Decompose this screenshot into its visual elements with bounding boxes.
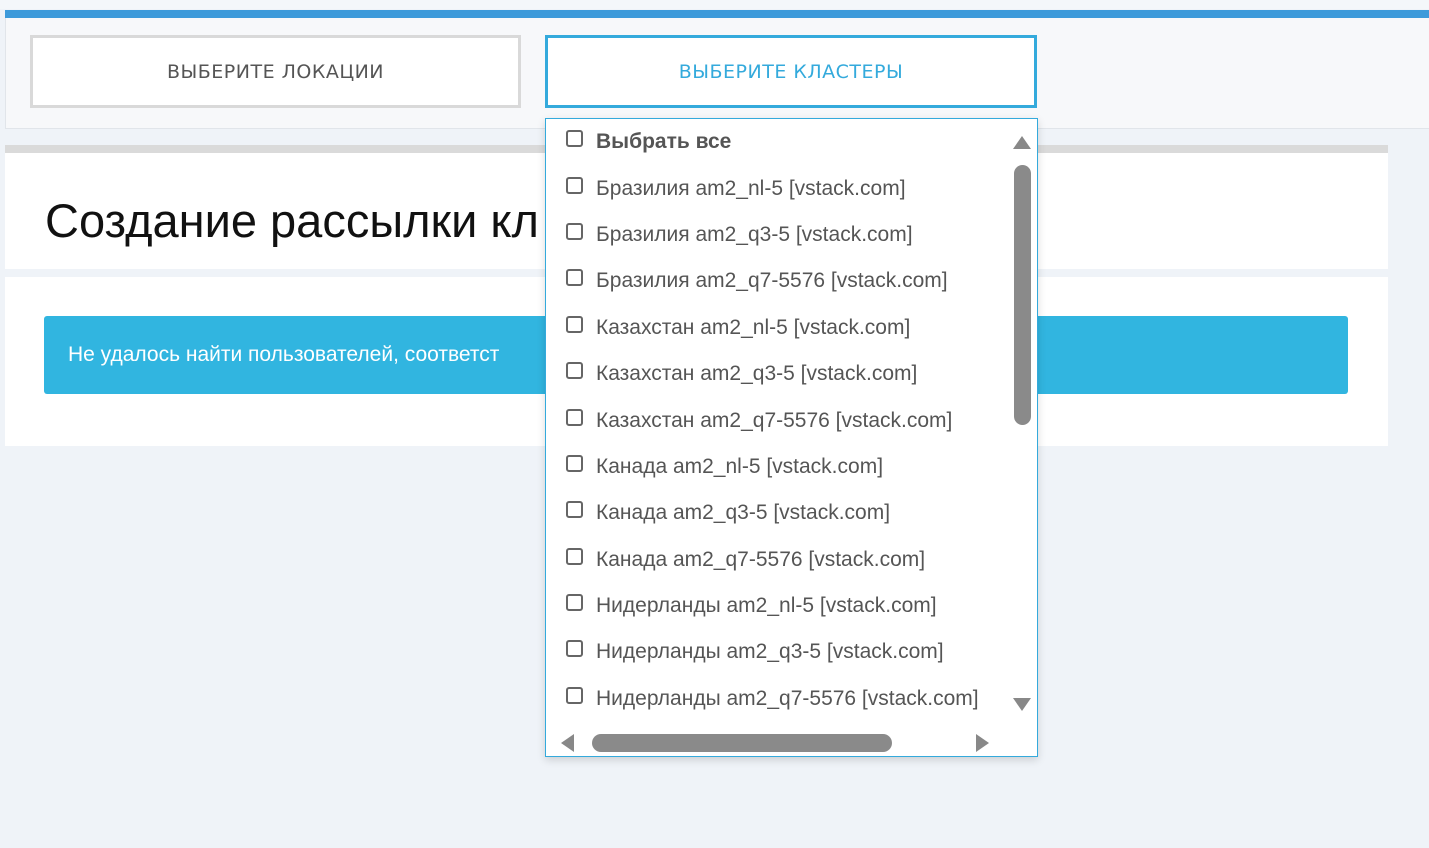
checkbox-icon[interactable] — [566, 176, 583, 194]
select-clusters-button[interactable]: ВЫБЕРИТЕ КЛАСТЕРЫ — [545, 35, 1037, 108]
cluster-option[interactable]: Нидерланды am2_q7-5576 [vstack.com] — [566, 684, 979, 714]
cluster-option-label: Нидерланды am2_q3-5 [vstack.com] — [596, 640, 944, 663]
checkbox-icon[interactable] — [566, 408, 583, 426]
top-background — [0, 0, 1429, 9]
cluster-option[interactable]: Казахстан am2_q7-5576 [vstack.com] — [566, 406, 952, 436]
scroll-down-arrow-icon[interactable] — [1013, 698, 1031, 711]
cluster-option-label: Казахстан am2_nl-5 [vstack.com] — [596, 316, 911, 339]
checkbox-icon[interactable] — [566, 268, 583, 286]
clusters-dropdown[interactable]: Выбрать все Бразилия am2_nl-5 [vstack.co… — [545, 118, 1038, 757]
cluster-option-label: Бразилия am2_q3-5 [vstack.com] — [596, 223, 913, 246]
scroll-up-arrow-icon[interactable] — [1013, 136, 1031, 149]
checkbox-icon[interactable] — [566, 129, 583, 147]
page-title: Создание рассылки кл — [45, 194, 539, 247]
checkbox-icon[interactable] — [566, 686, 583, 704]
cluster-option-label: Казахстан am2_q7-5576 [vstack.com] — [596, 409, 953, 432]
scroll-left-arrow-icon[interactable] — [561, 734, 574, 752]
horizontal-scrollbar[interactable] — [546, 729, 1011, 756]
scroll-right-arrow-icon[interactable] — [976, 734, 989, 752]
checkbox-icon[interactable] — [566, 593, 583, 611]
cluster-option-label: Бразилия am2_q7-5576 [vstack.com] — [596, 269, 948, 292]
cluster-option-label: Канада am2_q3-5 [vstack.com] — [596, 501, 891, 524]
cluster-option-label: Нидерланды am2_q7-5576 [vstack.com] — [596, 687, 979, 710]
cluster-option-label: Бразилия am2_nl-5 [vstack.com] — [596, 177, 906, 200]
cluster-option-label: Канада am2_nl-5 [vstack.com] — [596, 455, 884, 478]
clusters-list: Выбрать все Бразилия am2_nl-5 [vstack.co… — [546, 119, 1011, 719]
cluster-option[interactable]: Бразилия am2_nl-5 [vstack.com] — [566, 174, 906, 204]
cluster-option[interactable]: Нидерланды am2_q3-5 [vstack.com] — [566, 637, 944, 667]
vertical-scroll-thumb[interactable] — [1014, 165, 1031, 425]
checkbox-icon[interactable] — [566, 361, 583, 379]
cluster-option[interactable]: Казахстан am2_q3-5 [vstack.com] — [566, 359, 917, 389]
cluster-option-label: Казахстан am2_q3-5 [vstack.com] — [596, 362, 918, 385]
select-all-label: Выбрать все — [596, 130, 732, 153]
horizontal-scroll-thumb[interactable] — [592, 734, 892, 752]
select-locations-button[interactable]: ВЫБЕРИТЕ ЛОКАЦИИ — [30, 35, 521, 108]
top-accent-bar — [5, 10, 1429, 18]
cluster-option-label: Канада am2_q7-5576 [vstack.com] — [596, 548, 926, 571]
checkbox-icon[interactable] — [566, 639, 583, 657]
cluster-option[interactable]: Нидерланды am2_nl-5 [vstack.com] — [566, 591, 937, 621]
select-all-option[interactable]: Выбрать все — [566, 127, 731, 157]
cluster-option[interactable]: Бразилия am2_q7-5576 [vstack.com] — [566, 266, 948, 296]
checkbox-icon[interactable] — [566, 315, 583, 333]
cluster-option-label: Нидерланды am2_nl-5 [vstack.com] — [596, 594, 937, 617]
checkbox-icon[interactable] — [566, 500, 583, 518]
cluster-option[interactable]: Казахстан am2_nl-5 [vstack.com] — [566, 313, 910, 343]
cluster-option[interactable]: Бразилия am2_q3-5 [vstack.com] — [566, 220, 913, 250]
cluster-option[interactable]: Канада am2_nl-5 [vstack.com] — [566, 452, 883, 482]
cluster-option[interactable]: Канада am2_q3-5 [vstack.com] — [566, 498, 890, 528]
cluster-option[interactable]: Канада am2_q7-5576 [vstack.com] — [566, 545, 925, 575]
checkbox-icon[interactable] — [566, 547, 583, 565]
checkbox-icon[interactable] — [566, 222, 583, 240]
checkbox-icon[interactable] — [566, 454, 583, 472]
vertical-scrollbar[interactable] — [1012, 127, 1032, 717]
